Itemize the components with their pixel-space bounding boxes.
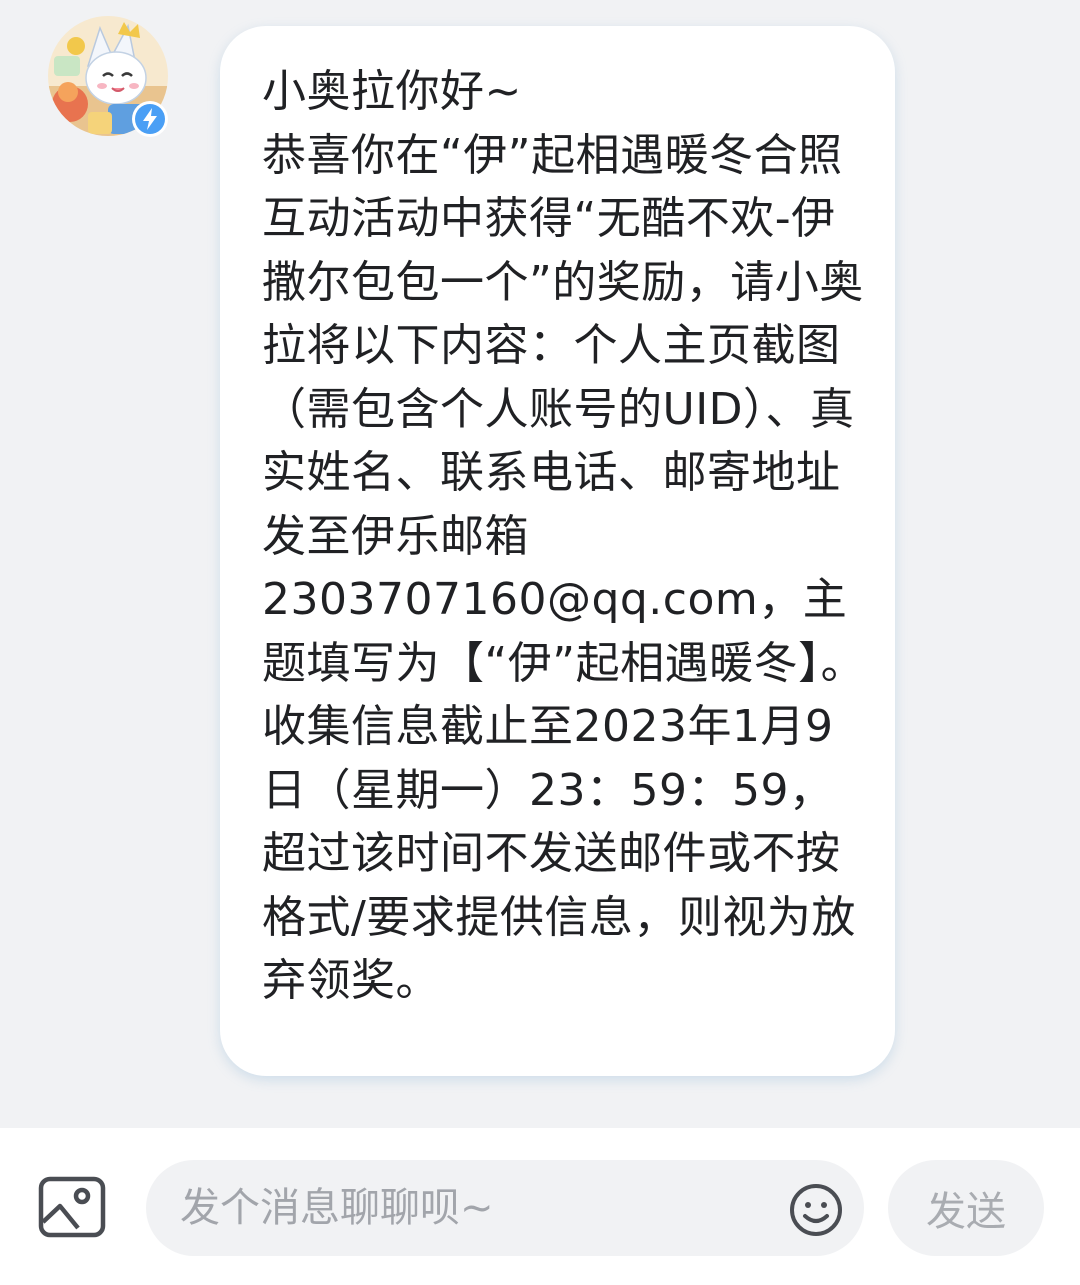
message-bubble[interactable]: 小奥拉你好~ 恭喜你在“伊”起相遇暖冬合照互动活动中获得“无酷不欢-伊撒尔包包一… (220, 26, 895, 1076)
image-icon (38, 1176, 106, 1238)
emoji-button[interactable] (789, 1183, 843, 1237)
input-bar: 发送 (0, 1128, 1080, 1285)
message-input[interactable] (146, 1160, 864, 1256)
verified-badge (131, 100, 169, 138)
image-button[interactable] (38, 1176, 106, 1238)
chat-area: 小奥拉你好~ 恭喜你在“伊”起相遇暖冬合照互动活动中获得“无酷不欢-伊撒尔包包一… (0, 0, 1080, 1128)
lightning-badge-icon (132, 101, 168, 137)
message-text: 小奥拉你好~ 恭喜你在“伊”起相遇暖冬合照互动活动中获得“无酷不欢-伊撒尔包包一… (262, 66, 866, 1006)
emoji-icon (790, 1184, 842, 1236)
send-button[interactable]: 发送 (888, 1160, 1044, 1256)
